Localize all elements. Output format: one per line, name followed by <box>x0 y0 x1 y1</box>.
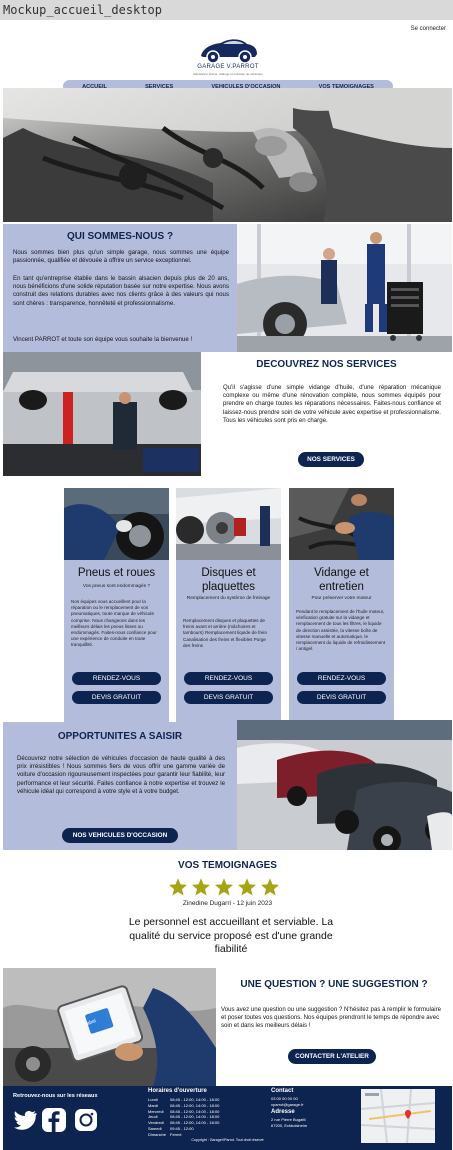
service-card-tires: Pneus et roues Vos pneus sont endommagés… <box>64 488 169 722</box>
about-paragraph-1: Nous sommes bien plus qu'un simple garag… <box>13 249 229 265</box>
address-title: Adresse <box>271 1109 295 1115</box>
star-icon <box>192 878 210 896</box>
location-map[interactable] <box>360 1088 436 1144</box>
appointment-button[interactable]: RENDEZ-VOUS <box>297 672 386 685</box>
used-cars-lot-image <box>237 720 452 850</box>
car-lift-image <box>3 352 201 476</box>
appointment-button[interactable]: RENDEZ-VOUS <box>184 672 273 685</box>
window-title: Mockup_accueil_desktop <box>3 3 162 17</box>
testimonial-author: Zinedine Dugarri - 12 juin 2023 <box>182 900 273 907</box>
about-paragraph-2: En tant qu'entreprise établie dans le ba… <box>13 275 229 307</box>
card-title: Pneus et roues <box>77 567 156 579</box>
star-icon <box>261 878 279 896</box>
window-title-bar: Mockup_accueil_desktop <box>0 0 453 20</box>
testimonial-quote: Le personnel est accueillant et serviabl… <box>128 916 334 955</box>
footer-email[interactable]: vparrot@garage.fr <box>271 1102 304 1108</box>
address-line-2: 67200, Eckbolsheim <box>271 1123 308 1128</box>
appointment-button[interactable]: RENDEZ-VOUS <box>72 672 161 685</box>
testimonials-title: VOS TEMOIGNAGES <box>178 860 277 871</box>
service-card-brakes: Disques et plaquettes Remplacement du sy… <box>176 488 281 722</box>
rating-stars <box>168 877 280 897</box>
twitter-icon[interactable] <box>13 1108 37 1132</box>
instagram-icon[interactable] <box>73 1107 99 1133</box>
mechanics-workshop-image <box>237 224 452 352</box>
used-vehicles-button[interactable]: NOS VEHICULES D'OCCASION <box>62 828 178 843</box>
contact-description: Vous avez une question ou une suggestion… <box>221 1006 441 1030</box>
free-quote-button[interactable]: DEVIS GRATUIT <box>184 691 273 704</box>
social-title: Retrouvez-nous sur les réseaux <box>13 1093 98 1099</box>
oil-change-image <box>289 488 394 560</box>
hours-title: Horaires d'ouverture <box>148 1088 207 1094</box>
card-text: Nos équipes vous accueillent pour la rép… <box>71 599 157 648</box>
hours-table: Lundi 08:45 - 12:00, 14:00 - 18:00 Mardi 0… <box>148 1097 258 1138</box>
contact-footer-title: Contact <box>271 1088 294 1094</box>
about-paragraph-3: Vincent PARROT et toute son équipe vous … <box>13 336 193 343</box>
card-title: Disques et plaquettes <box>201 567 256 593</box>
address-line-1: 2 rue Pierre Bugatti <box>271 1117 306 1122</box>
about-title: QUI SOMMES-NOUS ? <box>66 231 174 242</box>
star-icon <box>238 878 256 896</box>
services-description: Qu'il s'agisse d'une simple vidange d'hu… <box>223 384 441 424</box>
free-quote-button[interactable]: DEVIS GRATUIT <box>297 691 386 704</box>
opportunities-title: OPPORTUNITES A SAISIR <box>57 731 183 742</box>
contact-title: UNE QUESTION ? UNE SUGGESTION ? <box>240 979 428 990</box>
service-card-oil: Vidange et entretien Pour préserver votr… <box>289 488 394 722</box>
logo-tagline: Réparation Freins, vidange et entretien … <box>193 72 263 76</box>
brake-disc-image <box>176 488 281 560</box>
card-text: Remplacement disques et plaquettes de fr… <box>183 618 268 648</box>
facebook-icon[interactable] <box>41 1107 67 1133</box>
footer-phone[interactable]: 03 00 00 00 00 <box>271 1096 298 1102</box>
star-icon <box>215 878 233 896</box>
card-text: Pendant le remplacement de l'huile moteu… <box>296 609 386 652</box>
hours-day: Dimanche <box>148 1131 167 1137</box>
opportunities-description: Découvrez notre sélection de véhicules d… <box>17 755 225 795</box>
hours-row: Dimanche Fermé <box>148 1132 258 1138</box>
card-subtitle: Pour préserver votre moteur <box>311 596 372 601</box>
login-link[interactable]: Se connecter <box>411 26 446 32</box>
page: Se connecter GARAGE V.PARROT Réparation … <box>3 22 452 1150</box>
card-title: Vidange et entretien <box>314 567 369 593</box>
card-subtitle: Vos pneus sont endommagés ? <box>82 584 151 589</box>
contact-workshop-button[interactable]: CONTACTER L'ATELIER <box>288 1049 376 1064</box>
tire-change-image <box>64 488 169 560</box>
card-subtitle: Remplacement du système de freinage <box>186 596 271 601</box>
our-services-button[interactable]: NOS SERVICES <box>298 452 364 467</box>
logo-name: GARAGE V.PARROT <box>197 64 259 70</box>
hours-time: Fermé <box>170 1131 182 1137</box>
star-icon <box>169 878 187 896</box>
tablet-diagnostic-image <box>3 968 216 1086</box>
services-title: DECOUVREZ NOS SERVICES <box>256 359 397 370</box>
hero-image-engine-repair <box>3 88 452 222</box>
copyright: Copyright : GarageVParrot. Tout droit ré… <box>191 1138 264 1142</box>
free-quote-button[interactable]: DEVIS GRATUIT <box>72 691 161 704</box>
